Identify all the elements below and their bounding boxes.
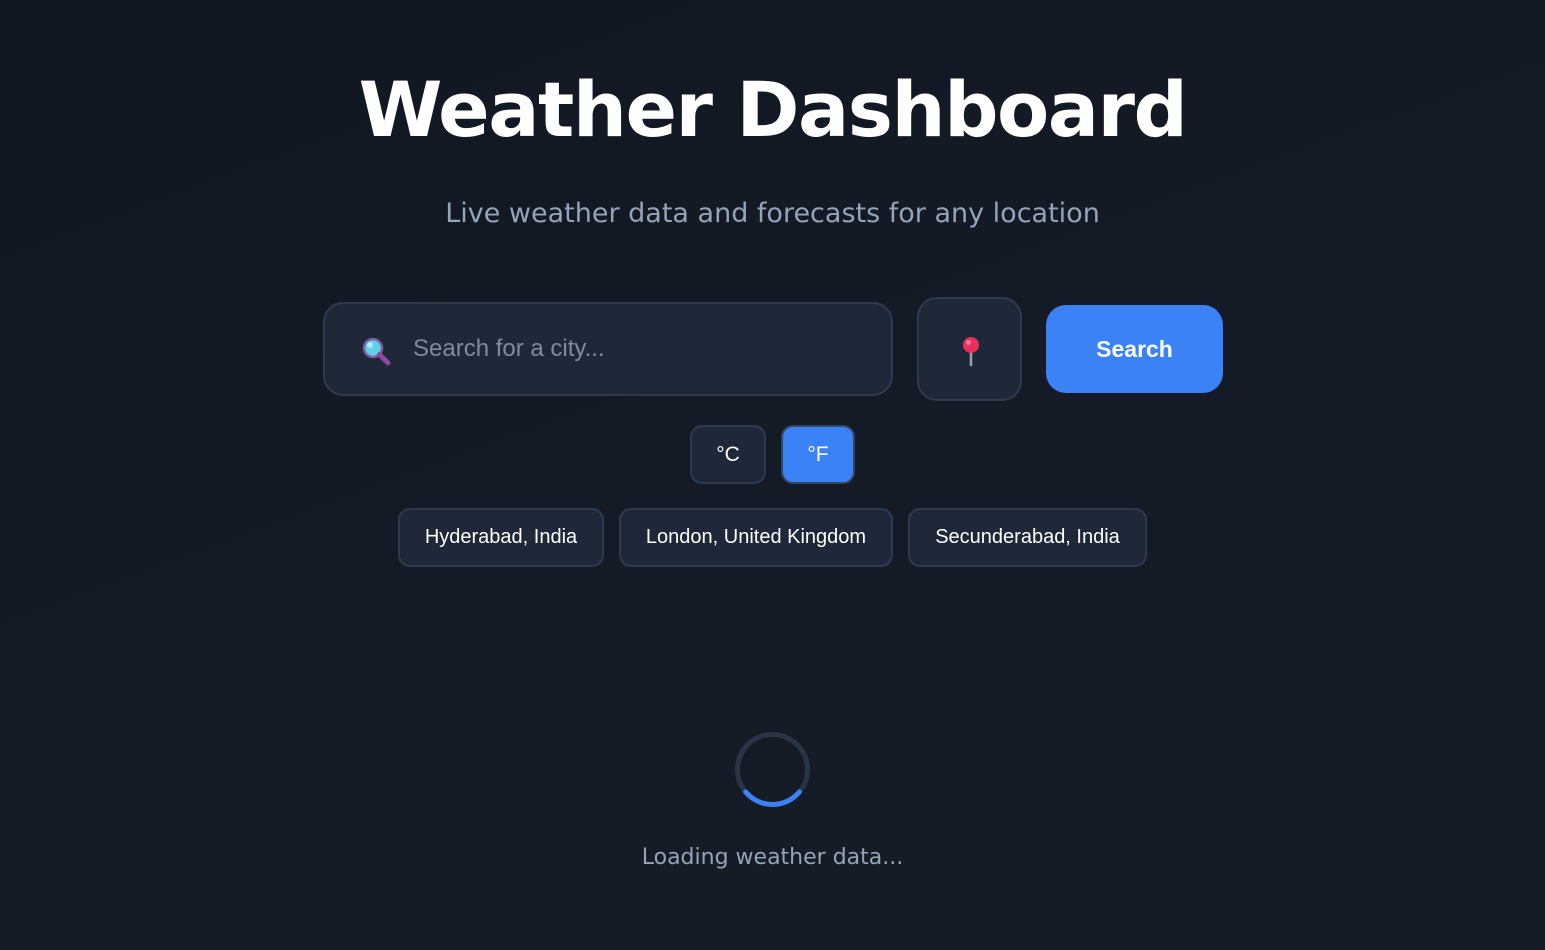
page-title: Weather Dashboard	[358, 65, 1188, 154]
search-icon	[361, 336, 391, 366]
celsius-toggle[interactable]: °C	[690, 425, 766, 484]
loading-text: Loading weather data...	[641, 845, 904, 870]
search-box[interactable]	[323, 302, 893, 396]
map-pin-icon	[963, 337, 979, 367]
fahrenheit-toggle[interactable]: °F	[781, 425, 855, 484]
recent-city-chip[interactable]: London, United Kingdom	[619, 508, 893, 567]
search-button[interactable]: Search	[1046, 305, 1223, 393]
page-subtitle: Live weather data and forecasts for any …	[445, 198, 1100, 229]
loading-spinner	[735, 732, 810, 807]
search-input[interactable]	[413, 304, 873, 394]
recent-city-chip[interactable]: Hyderabad, India	[398, 508, 604, 567]
current-location-button[interactable]	[917, 297, 1022, 401]
recent-city-chip[interactable]: Secunderabad, India	[908, 508, 1147, 567]
